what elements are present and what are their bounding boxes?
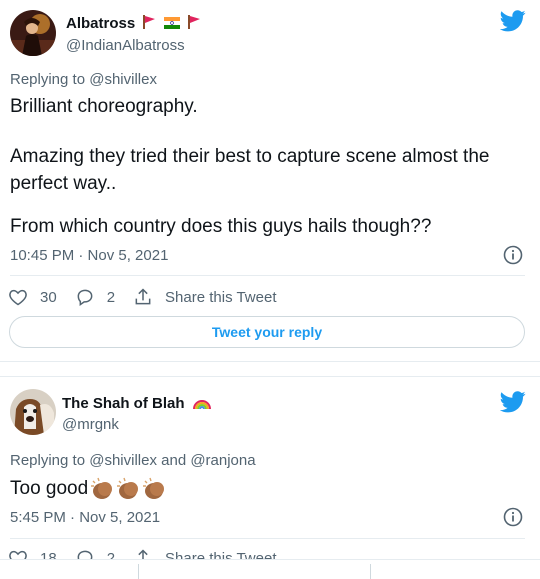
toolbar-divider xyxy=(138,564,139,579)
display-name[interactable]: The Shah of Blah xyxy=(62,395,185,412)
divider xyxy=(10,538,525,539)
replying-prefix: Replying to xyxy=(10,452,90,469)
tweet-text-line-2: Amazing they tried their best to capture… xyxy=(10,146,490,194)
tweet-text: Too good xyxy=(10,475,530,502)
action-bar: 30 2 Share this Tweet xyxy=(8,286,294,308)
rainbow-icon xyxy=(192,396,211,413)
clapping-hands-icon xyxy=(142,477,168,501)
replying-prefix: Replying to xyxy=(10,71,90,88)
clapping-hands-icon xyxy=(90,477,116,501)
avatar-image xyxy=(10,389,56,435)
replying-mention[interactable]: @shivillex and @ranjona xyxy=(89,452,255,469)
divider xyxy=(10,275,525,276)
red-flag-icon xyxy=(143,15,156,33)
tweet-card-2: The Shah of Blah @mrgnk Replying to @shi… xyxy=(0,376,540,579)
india-flag-icon xyxy=(163,16,180,33)
timestamp[interactable]: 10:45 PM · Nov 5, 2021 xyxy=(10,247,168,264)
avatar[interactable] xyxy=(10,389,56,435)
like-button[interactable]: 30 xyxy=(8,287,57,307)
like-count: 30 xyxy=(40,288,57,306)
reply-button[interactable]: 2 xyxy=(75,287,115,307)
red-flag-icon xyxy=(187,15,200,33)
speech-bubble-icon xyxy=(77,289,93,307)
replying-mention[interactable]: @shivillex xyxy=(89,71,157,88)
tweet-card-1: Albatross @IndianAlbatross Replying to @… xyxy=(0,0,540,362)
separator xyxy=(0,362,540,376)
tweet-your-reply-button[interactable]: Tweet your reply xyxy=(9,316,525,348)
display-name[interactable]: Albatross xyxy=(66,15,135,32)
timestamp[interactable]: 5:45 PM · Nov 5, 2021 xyxy=(10,509,160,526)
info-icon[interactable] xyxy=(503,507,523,527)
toolbar-divider xyxy=(370,564,371,579)
reply-count: 2 xyxy=(106,288,116,306)
share-label: Share this Tweet xyxy=(165,288,277,306)
tweet-text-line-1: Brilliant choreography. xyxy=(10,96,198,117)
handle[interactable]: @mrgnk xyxy=(62,416,119,433)
display-name-row[interactable]: Albatross xyxy=(66,15,200,33)
avatar-image xyxy=(10,10,56,56)
twitter-bird-icon[interactable] xyxy=(500,391,526,413)
tweet-text-line-3: From which country does this guys hails … xyxy=(10,216,432,237)
tweet-text-content: Too good xyxy=(10,478,89,499)
replying-to: Replying to @shivillex and @ranjona xyxy=(10,452,256,469)
share-icon xyxy=(135,288,151,305)
share-button[interactable]: Share this Tweet xyxy=(133,287,276,307)
avatar[interactable] xyxy=(10,10,56,56)
handle[interactable]: @IndianAlbatross xyxy=(66,37,185,54)
replying-to: Replying to @shivillex xyxy=(10,71,157,88)
heart-icon xyxy=(9,289,27,306)
clapping-hands-icon xyxy=(116,477,142,501)
display-name-row[interactable]: The Shah of Blah xyxy=(62,395,211,413)
bottom-toolbar xyxy=(0,559,540,579)
info-icon[interactable] xyxy=(503,245,523,265)
twitter-bird-icon[interactable] xyxy=(500,10,526,32)
